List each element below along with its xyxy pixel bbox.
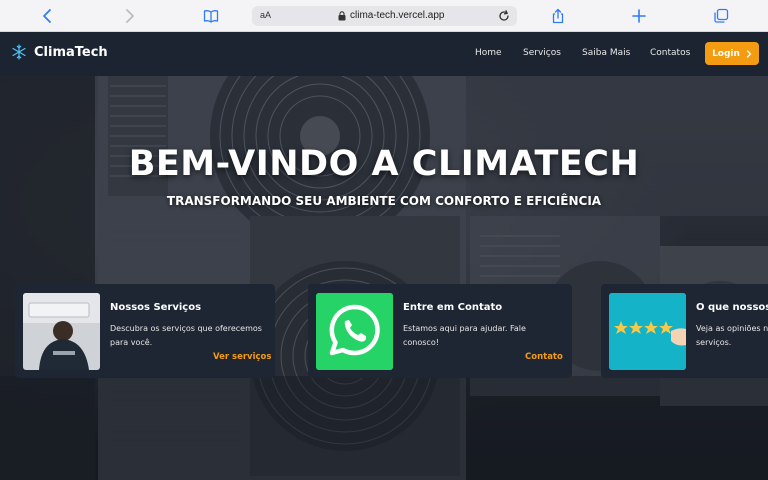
- ver-servicos-link[interactable]: Ver serviços: [213, 352, 271, 362]
- url-text: clima-tech.vercel.app: [350, 10, 445, 21]
- technician-image: [23, 293, 100, 370]
- hero-title: BEM-VINDO A CLIMATECH: [128, 144, 640, 184]
- hero-background-image: [0, 76, 768, 480]
- tabs-icon[interactable]: [710, 6, 732, 26]
- nav-link-home[interactable]: Home: [475, 48, 502, 58]
- hero-subtitle: TRANSFORMANDO SEU AMBIENTE COM CONFORTO …: [166, 194, 602, 208]
- card-servicos: Nossos Serviços Descubra os serviços que…: [15, 284, 275, 378]
- forward-icon[interactable]: [118, 6, 140, 26]
- nav-link-contatos[interactable]: Contatos: [650, 48, 690, 58]
- brand-logo[interactable]: ClimaTech: [11, 44, 108, 60]
- text-size-button[interactable]: aA: [260, 10, 271, 20]
- bookmarks-icon[interactable]: [200, 6, 222, 26]
- back-icon[interactable]: [37, 6, 59, 26]
- whatsapp-icon: [316, 293, 393, 370]
- card-title: Nossos Serviços: [110, 302, 202, 313]
- browser-toolbar: aA clima-tech.vercel.app: [0, 0, 768, 32]
- reload-icon[interactable]: [497, 9, 511, 23]
- brand-name: ClimaTech: [34, 44, 108, 60]
- snowflake-icon: [12, 44, 26, 60]
- login-button[interactable]: Login: [705, 42, 759, 65]
- card-avaliacoes: O que nossos c Veja as opiniões nossos s…: [601, 284, 768, 378]
- lock-icon: [338, 11, 346, 21]
- share-icon[interactable]: [547, 6, 569, 26]
- nav-link-servicos[interactable]: Serviços: [523, 48, 561, 58]
- card-description: Descubra os serviços que oferecemos para…: [110, 324, 262, 347]
- address-bar[interactable]: aA clima-tech.vercel.app: [252, 6, 517, 26]
- card-title: O que nossos c: [696, 302, 768, 313]
- card-description: Veja as opiniões nossos serviços.: [696, 324, 768, 347]
- chevron-right-icon: [746, 49, 752, 58]
- site-navbar: ClimaTech Home Serviços Saiba Mais Conta…: [0, 32, 768, 76]
- nav-link-saiba-mais[interactable]: Saiba Mais: [582, 48, 630, 58]
- card-description: Estamos aqui para ajudar. Fale conosco!: [403, 324, 526, 347]
- star-rating-icon: [609, 293, 686, 370]
- hero-section: BEM-VINDO A CLIMATECH TRANSFORMANDO SEU …: [0, 76, 768, 480]
- new-tab-icon[interactable]: [628, 6, 650, 26]
- contato-link[interactable]: Contato: [525, 352, 563, 362]
- login-label: Login: [712, 48, 740, 59]
- card-contato: Entre em Contato Estamos aqui para ajuda…: [308, 284, 572, 378]
- card-title: Entre em Contato: [403, 302, 503, 313]
